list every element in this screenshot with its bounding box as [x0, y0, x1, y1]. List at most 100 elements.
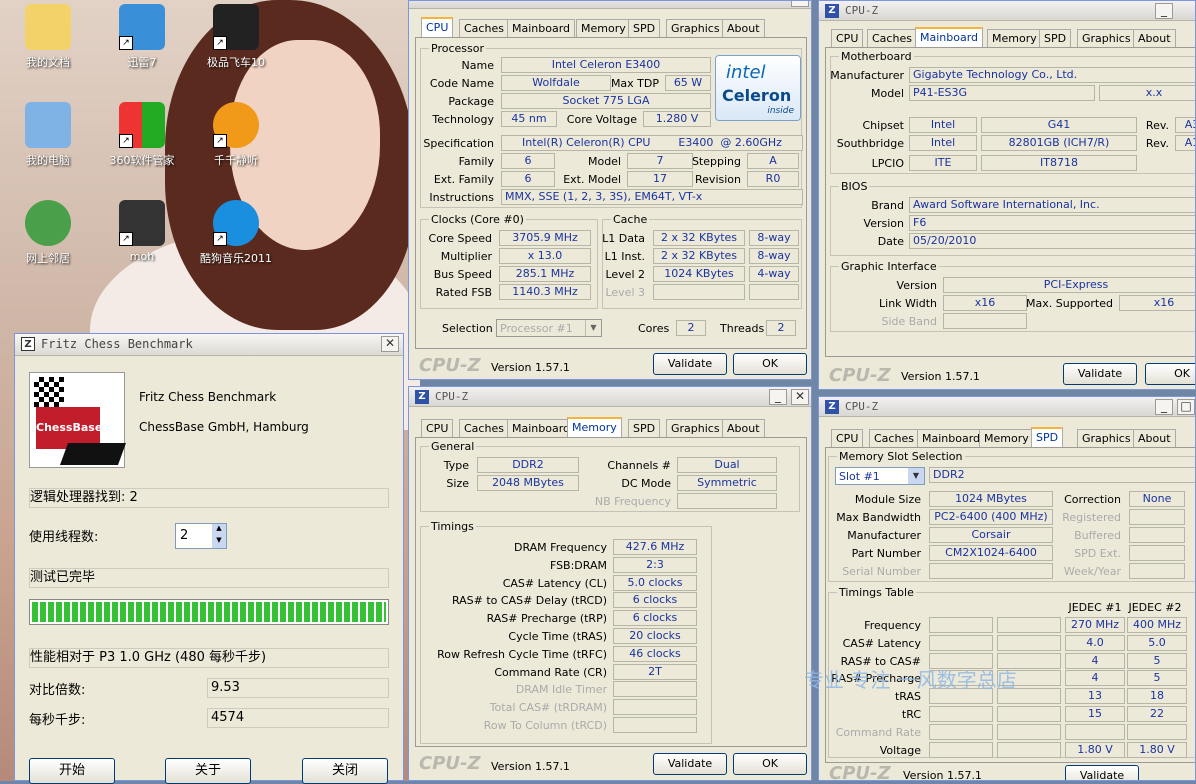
minimize-icon[interactable]: _ — [769, 389, 787, 405]
spd-timing-empty — [929, 617, 993, 633]
minimize-icon[interactable]: _ — [1155, 3, 1173, 19]
tab-cpu[interactable]: CPU — [421, 17, 454, 37]
spec-value: Intel(R) Celeron(R) CPU E3400 @ 2.60GHz — [501, 135, 803, 151]
bird-icon: ↗ — [119, 4, 165, 50]
name-value: Intel Celeron E3400 — [501, 57, 711, 73]
close-icon[interactable]: ✕ — [381, 336, 399, 352]
jedec2-value: 22 — [1127, 706, 1187, 722]
tab-about[interactable]: About — [1133, 29, 1176, 47]
status-text: 测试已完毕 — [29, 568, 389, 588]
tab-graphics[interactable]: Graphics — [666, 19, 725, 37]
spd-timing-empty — [997, 741, 1061, 758]
desktop-icon-nfs[interactable]: ↗ 极品飞车10 — [188, 4, 284, 70]
tab-mainboard[interactable]: Mainboard — [507, 419, 576, 437]
tab-graphics[interactable]: Graphics — [666, 419, 725, 437]
tab-about[interactable]: About — [722, 419, 765, 437]
tab-mainboard[interactable]: Mainboard — [507, 19, 576, 37]
gi-version-value: PCI-Express — [943, 277, 1195, 293]
timing-label: Total CAS# (tRDRAM) — [489, 701, 607, 715]
jedec1-value — [1065, 723, 1125, 740]
about-button[interactable]: 关于 — [165, 758, 251, 784]
close-icon[interactable]: ✕ — [791, 389, 809, 405]
processor-group: Processor Name Intel Celeron E3400 Code … — [420, 42, 803, 208]
desktop-icon-my-documents[interactable]: 我的文档 — [0, 4, 96, 70]
close-button[interactable]: 关闭 — [302, 758, 388, 784]
desktop-icon-moh[interactable]: ↗ moh — [94, 200, 190, 263]
folder-icon — [25, 4, 71, 50]
tab-cpu[interactable]: CPU — [831, 429, 864, 447]
spd-timing-empty — [997, 706, 1061, 722]
cpuz-titlebar[interactable]: ✕ — [409, 1, 811, 9]
tab-mainboard[interactable]: Mainboard — [915, 27, 984, 47]
cpuz-app-icon: Z — [825, 4, 839, 18]
cpuz-window-mainboard: Z CPU-Z _ CPU Caches Mainboard Memory SP… — [818, 0, 1196, 390]
tab-graphics[interactable]: Graphics — [1077, 29, 1136, 47]
general-legend: General — [429, 440, 477, 453]
timing-value: 2:3 — [613, 556, 697, 573]
tab-spd[interactable]: SPD — [628, 419, 661, 437]
tab-caches[interactable]: Caches — [459, 19, 509, 37]
maximize-icon[interactable]: □ — [1177, 399, 1195, 415]
sideband-value — [943, 313, 1027, 329]
slot-dropdown[interactable]: Slot #1 ▼ — [835, 467, 925, 485]
timings-table-legend: Timings Table — [837, 586, 916, 599]
timing-label: RAS# Precharge (tRP) — [486, 612, 607, 626]
validate-button[interactable]: Validate — [1065, 765, 1139, 780]
tab-cpu[interactable]: CPU — [421, 419, 454, 437]
selection-dropdown[interactable]: Processor #1 ▼ — [496, 319, 602, 337]
ok-button[interactable]: OK — [733, 753, 807, 775]
southbridge-rev-label: Rev. — [1145, 137, 1169, 150]
chevron-down-icon[interactable]: ▼ — [585, 320, 601, 336]
tab-spd[interactable]: SPD — [628, 19, 661, 37]
tab-about[interactable]: About — [1133, 429, 1176, 447]
tab-caches[interactable]: Caches — [867, 29, 917, 47]
jedec2-header: JEDEC #2 — [1128, 601, 1182, 614]
desktop-icon-kugou[interactable]: ↗ 酷狗音乐2011 — [188, 200, 284, 266]
validate-button[interactable]: Validate — [653, 753, 727, 775]
desktop-icon-xunlei[interactable]: ↗ 迅雷7 — [94, 4, 190, 70]
spd-timing-empty — [997, 617, 1061, 633]
validate-button[interactable]: Validate — [653, 353, 727, 375]
chipset-label: Chipset — [862, 119, 904, 132]
tab-graphics[interactable]: Graphics — [1077, 429, 1136, 447]
spinner-up-icon[interactable]: ▲ — [212, 524, 226, 536]
cpuz-titlebar[interactable]: Z CPU-Z _ ✕ — [409, 387, 811, 407]
tab-about[interactable]: About — [722, 19, 765, 37]
tab-spd[interactable]: SPD — [1031, 427, 1064, 447]
cpuz-titlebar[interactable]: Z CPU-Z _ — [819, 1, 1195, 21]
validate-button[interactable]: Validate — [1063, 363, 1137, 385]
start-button[interactable]: 开始 — [29, 758, 115, 784]
tab-cpu[interactable]: CPU — [831, 29, 864, 47]
spinner-down-icon[interactable]: ▼ — [212, 536, 226, 548]
minimize-icon[interactable]: _ — [1155, 399, 1173, 415]
type-label: Type — [443, 459, 469, 472]
threads-spinner[interactable]: 2 ▲ ▼ — [175, 523, 227, 549]
version-text: Version 1.57.1 — [901, 370, 980, 383]
chevron-down-icon[interactable]: ▼ — [908, 468, 924, 484]
tab-caches[interactable]: Caches — [459, 419, 509, 437]
tab-spd[interactable]: SPD — [1039, 29, 1072, 47]
tab-memory[interactable]: Memory — [567, 417, 622, 437]
tab-caches[interactable]: Caches — [869, 429, 919, 447]
serial-label: Serial Number — [842, 565, 921, 578]
selection-value: Processor #1 — [500, 322, 573, 335]
cpuz-window-cpu: ✕ CPU Caches Mainboard Memory SPD Graphi… — [408, 0, 812, 380]
weekyear-label: Week/Year — [1063, 565, 1121, 578]
buffered-label: Buffered — [1074, 529, 1121, 542]
ok-button[interactable]: OK — [1145, 363, 1195, 385]
desktop-icon-my-computer[interactable]: 我的电脑 — [0, 102, 96, 168]
ok-button[interactable]: OK — [733, 353, 807, 375]
desktop-icon-360[interactable]: ↗ 360软件管家 — [94, 102, 190, 168]
jedec1-value: 15 — [1065, 706, 1125, 722]
fritz-titlebar[interactable]: Z Fritz Chess Benchmark ✕ — [15, 334, 403, 356]
cpuz-titlebar[interactable]: Z CPU-Z _ □ — [819, 397, 1195, 417]
ratio-value: 9.53 — [207, 678, 389, 698]
tab-memory[interactable]: Memory — [979, 429, 1034, 447]
tab-memory[interactable]: Memory — [987, 29, 1042, 47]
desktop-icon-ttplayer[interactable]: ↗ 千千静听 — [188, 102, 284, 168]
close-icon[interactable]: ✕ — [791, 1, 809, 7]
tab-mainboard[interactable]: Mainboard — [917, 429, 986, 447]
tab-memory[interactable]: Memory — [576, 19, 631, 37]
revision-label: Revision — [695, 173, 741, 186]
desktop-icon-network[interactable]: 网上邻居 — [0, 200, 96, 266]
